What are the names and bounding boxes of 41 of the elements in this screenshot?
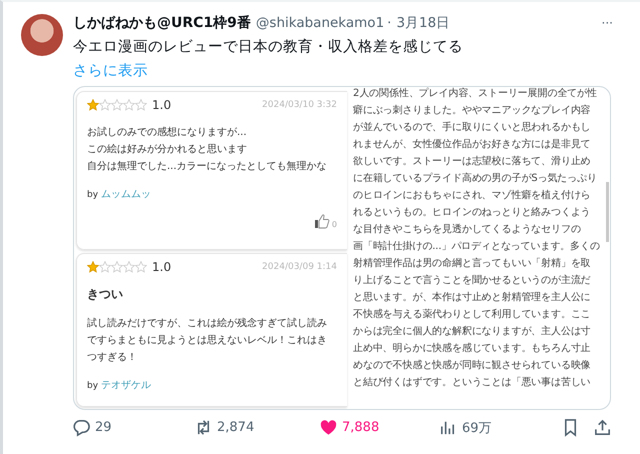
- star-icon: [87, 261, 99, 273]
- review-text: お試しのみでの感想になりますが... この絵は好みが分かれると思います 自分は無理でした...カラーになったとしても無理かな: [87, 126, 328, 174]
- author-handle[interactable]: @shikabanekamo1: [256, 15, 384, 31]
- star-icon: [99, 261, 111, 273]
- views-button[interactable]: 69万: [439, 418, 561, 437]
- star-icon: [135, 99, 147, 111]
- author-name[interactable]: しかばねかも@URC1枠9番: [73, 14, 251, 32]
- separator: ·: [387, 15, 392, 31]
- heart-icon: [319, 418, 338, 437]
- reply-icon: [72, 418, 91, 437]
- rating-score: 1.0: [152, 98, 172, 112]
- attached-image[interactable]: [73, 86, 611, 410]
- thumbs-up-icon[interactable]: [314, 213, 330, 229]
- reviewer-link[interactable]: テオザケル: [101, 380, 152, 391]
- like-button[interactable]: 7,888: [319, 418, 439, 437]
- star-icon: [123, 99, 135, 111]
- reviewer-link[interactable]: ムッムムッ: [101, 189, 152, 200]
- post-date[interactable]: 3月18日: [396, 14, 450, 32]
- review-date: 2024/03/10 3:32: [262, 100, 337, 110]
- post-text: 今エロ漫画のレビューで日本の教育・収入格差を感じてる: [73, 38, 464, 56]
- star-icon: [111, 261, 123, 273]
- rating-score: 1.0: [152, 260, 172, 274]
- by-label: by: [87, 190, 98, 200]
- more-button[interactable]: ···: [602, 16, 613, 30]
- star-icon: [99, 99, 111, 111]
- star-icon: [87, 99, 99, 111]
- star-icon: [135, 261, 147, 273]
- star-icon: [123, 261, 135, 273]
- review-title: きつい: [87, 286, 124, 303]
- review-text: 2人の関係性、プレイ内容、ストーリー展開の全てが性 癖にぶっ刺さりました。ややマニアックなプレイ内容 が並んでいるので、手に取りにくいと思われるかもし れませんが、女性優位作品がお好きな方には是非見て 欲しいです。ストーリーは志望校に落ちて、滑り止め に在籍しているプライド高めの男の子がSっ気たっぷり のヒロインにおもちゃにされ、マゾ性癖を植え付けら れるというもの。ヒロインのねっとりと絡みつくよう な目付きやこちらを見透かしてくるようなセリフの 画「時計仕掛けの...」パロディとなっています。多くの 射精管理作品は男の命綱と言ってもいい「射精」を取 り上げることで言うことを聞かせるというのが主流だ と思います。が、本作は寸止めと射精管理を主人公に 不快感を与える薬代わりとして利用しています。ここ からは完全に個人的な解釈になりますが、主人公は寸 止め中、明らかに快感を感じています。もちろん寸止 めなので不快感と快感が同時に観させられている映像 と結び付くはずです。ということは「悪い事は苦しい: [353, 87, 601, 390]
- review-text: 試し読みだけですが、これは絵が残念すぎて試し読み ですらまともに見ようとは思えないレベル！これはき つすぎる！: [87, 316, 328, 365]
- like-count: 0: [332, 220, 337, 229]
- share-icon: [593, 418, 612, 437]
- by-label: by: [87, 381, 98, 391]
- scrollbar[interactable]: [606, 182, 609, 242]
- review-date: 2024/03/09 1:14: [262, 262, 337, 272]
- star-icon: [111, 99, 123, 111]
- share-button[interactable]: [593, 418, 612, 437]
- repost-button[interactable]: 2,874: [194, 418, 319, 437]
- avatar[interactable]: [21, 14, 63, 56]
- reply-button[interactable]: 29: [72, 418, 194, 437]
